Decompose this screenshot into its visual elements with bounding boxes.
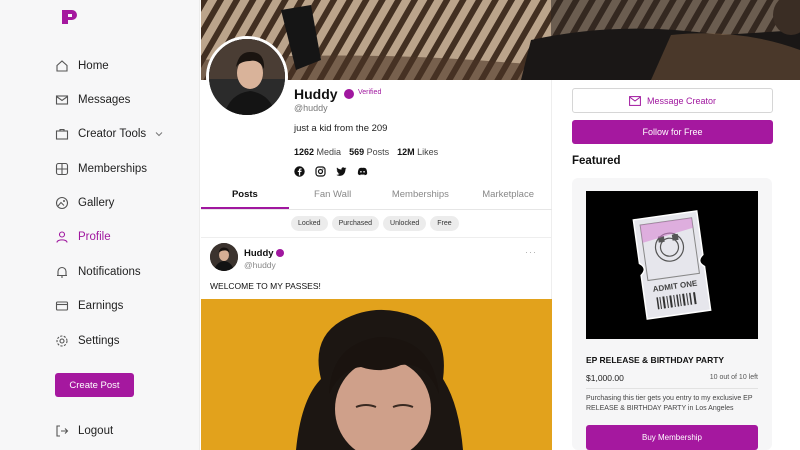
tab-posts[interactable]: Posts (201, 182, 289, 209)
facebook-icon[interactable] (294, 166, 305, 177)
sidebar-item-label: Gallery (78, 197, 115, 209)
sidebar-item-label: Earnings (78, 300, 124, 312)
image-icon (54, 196, 69, 211)
featured-membership-description: Purchasing this tier gets you entry to m… (586, 395, 753, 412)
grid-icon (54, 162, 69, 177)
profile-avatar[interactable] (206, 36, 288, 118)
verified-badge-icon (344, 89, 354, 99)
sidebar-item-memberships[interactable]: Memberships (54, 158, 147, 180)
profile-bio: just a kid from the 209 (294, 123, 388, 134)
logo-icon[interactable] (60, 8, 78, 26)
post-author-name: Huddy (244, 248, 274, 259)
logout-icon (54, 424, 69, 439)
sidebar-item-label: Creator Tools (78, 128, 147, 140)
logout-label: Logout (78, 425, 114, 437)
filter-unlocked[interactable]: Unlocked (383, 216, 427, 231)
media-stat: 1262 Media (294, 147, 342, 157)
sidebar-item-settings[interactable]: Settings (54, 330, 120, 352)
mail-icon (629, 95, 641, 106)
sidebar-item-home[interactable]: Home (54, 55, 109, 77)
mail-icon (54, 93, 69, 108)
chevron-down-icon[interactable] (154, 129, 164, 139)
post-text: WELCOME TO MY PASSES! (210, 281, 321, 291)
tab-marketplace[interactable]: Marketplace (464, 182, 552, 209)
profile-handle: @huddy (294, 103, 328, 113)
message-creator-label: Message Creator (646, 95, 717, 106)
logout-button[interactable]: Logout (54, 420, 113, 442)
featured-membership-availability: 10 out of 10 left (709, 374, 758, 381)
sidebar-item-gallery[interactable]: Gallery (54, 192, 114, 214)
profile-stats: 1262 Media 569 Posts 12M Likes (294, 147, 438, 157)
sidebar-item-earnings[interactable]: Earnings (54, 295, 123, 317)
featured-heading: Featured (572, 155, 621, 167)
sidebar-item-label: Notifications (78, 266, 141, 278)
profile-name: Huddy (294, 86, 338, 102)
bell-icon (54, 265, 69, 280)
create-post-button[interactable]: Create Post (55, 373, 134, 397)
cover-photo (201, 0, 800, 80)
discord-icon[interactable] (357, 166, 368, 177)
featured-membership-price: $1,000.00 (586, 373, 624, 383)
profile-tabs: Posts Fan Wall Memberships Marketplace (201, 182, 552, 210)
sidebar-item-notifications[interactable]: Notifications (54, 261, 141, 283)
sidebar-item-label: Settings (78, 335, 120, 347)
sidebar-item-label: Profile (78, 231, 111, 243)
post-filters: Locked Purchased Unlocked Free (291, 216, 459, 231)
instagram-icon[interactable] (315, 166, 326, 177)
posts-stat: 569 Posts (349, 147, 390, 157)
sidebar-item-label: Memberships (78, 163, 148, 175)
post-author-avatar[interactable] (210, 243, 238, 271)
verified-label: Verified (358, 89, 382, 96)
filter-free[interactable]: Free (430, 216, 459, 231)
tab-memberships[interactable]: Memberships (377, 182, 465, 209)
social-links (294, 166, 368, 177)
sidebar-item-label: Home (78, 60, 109, 72)
sidebar-item-messages[interactable]: Messages (54, 89, 130, 111)
buy-membership-button[interactable]: Buy Membership (586, 425, 758, 450)
gear-icon (54, 334, 69, 349)
divider (586, 388, 758, 389)
card-icon (54, 299, 69, 314)
twitter-icon[interactable] (336, 166, 347, 177)
post-media[interactable] (201, 299, 552, 450)
verified-badge-icon (276, 249, 284, 257)
message-creator-button[interactable]: Message Creator (572, 88, 773, 113)
sidebar-item-profile[interactable]: Profile (54, 226, 111, 248)
home-icon (54, 59, 69, 74)
sidebar-item-label: Messages (78, 94, 131, 106)
divider (201, 237, 552, 238)
tab-fan-wall[interactable]: Fan Wall (289, 182, 377, 209)
filter-locked[interactable]: Locked (291, 216, 328, 231)
post-author-handle: @huddy (244, 260, 276, 270)
sidebar-item-creator-tools[interactable]: Creator Tools (54, 123, 164, 145)
user-icon (54, 230, 69, 245)
filter-purchased[interactable]: Purchased (331, 216, 380, 231)
featured-membership-image[interactable]: ADMIT ONE (586, 191, 758, 339)
briefcase-icon (54, 127, 69, 142)
likes-stat: 12M Likes (397, 147, 439, 157)
follow-button[interactable]: Follow for Free (572, 120, 773, 144)
featured-membership-title: EP RELEASE & BIRTHDAY PARTY (586, 355, 725, 365)
post-more-icon[interactable]: ··· (525, 247, 537, 257)
